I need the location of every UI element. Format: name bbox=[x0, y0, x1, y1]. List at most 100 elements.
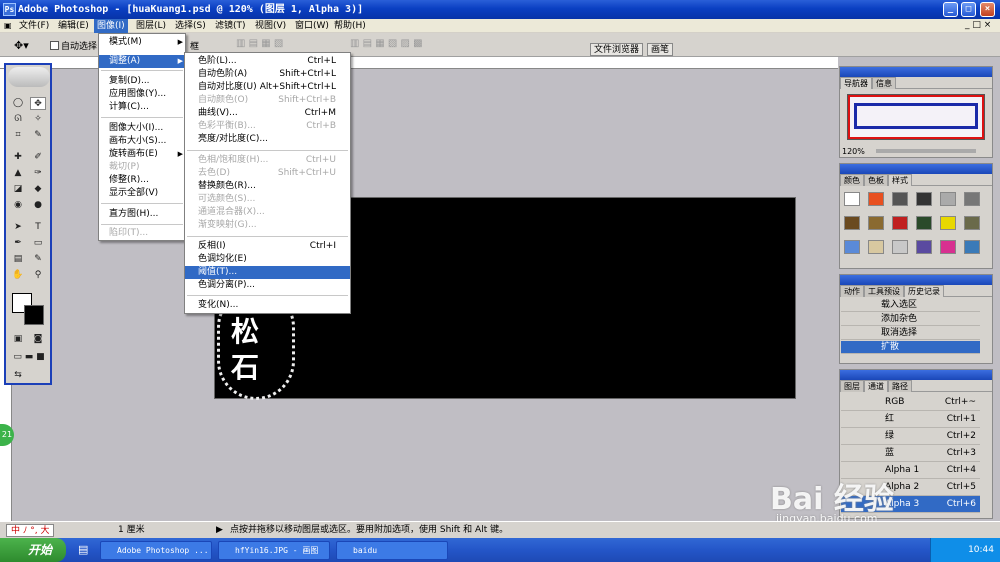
menu-window[interactable]: 窗口(W) bbox=[292, 19, 332, 33]
style-swatch[interactable] bbox=[868, 192, 884, 206]
panel-title-bar[interactable] bbox=[840, 67, 992, 77]
notes-tool-icon[interactable]: ▤ bbox=[10, 253, 26, 266]
tab-swatches[interactable]: 色板 bbox=[864, 174, 888, 186]
style-swatch[interactable] bbox=[940, 192, 956, 206]
menu-item-image-size[interactable]: 图像大小(I)... bbox=[99, 122, 187, 135]
style-swatch[interactable] bbox=[964, 240, 980, 254]
tab-color[interactable]: 颜色 bbox=[840, 174, 864, 186]
channel-row-green[interactable]: 绿 Ctrl+2 bbox=[841, 428, 980, 445]
history-item[interactable]: 添加杂色 bbox=[841, 313, 980, 326]
standard-mode-icon[interactable]: ▣ bbox=[10, 333, 26, 346]
tab-styles[interactable]: 样式 bbox=[888, 174, 912, 186]
start-button[interactable]: 开始 bbox=[0, 538, 66, 562]
history-item[interactable]: 载入选区 bbox=[841, 299, 980, 312]
menu-item-curves[interactable]: 曲线(V)... Ctrl+M bbox=[185, 107, 350, 120]
task-baidu-folder[interactable]: baidu bbox=[336, 541, 448, 560]
tab-navigator[interactable]: 导航器 bbox=[840, 77, 872, 89]
menu-item-mode[interactable]: 模式(M) ▶ bbox=[99, 36, 187, 49]
style-swatch[interactable] bbox=[892, 216, 908, 230]
move-tool-icon[interactable]: ✥▾ bbox=[14, 39, 29, 52]
tab-actions[interactable]: 动作 bbox=[840, 285, 864, 297]
style-swatch[interactable] bbox=[844, 240, 860, 254]
background-color-swatch[interactable] bbox=[24, 305, 44, 325]
doc-size-readout[interactable]: 1 厘米 bbox=[118, 522, 145, 539]
doc-minimize-icon[interactable]: _ □ × bbox=[965, 20, 991, 30]
crop-tool-icon[interactable]: ⌗ bbox=[10, 129, 26, 142]
style-swatch[interactable] bbox=[916, 192, 932, 206]
style-swatch[interactable] bbox=[892, 240, 908, 254]
auto-select-checkbox[interactable] bbox=[50, 41, 59, 50]
menu-image[interactable]: 图像(I) bbox=[94, 19, 128, 33]
distribute-buttons[interactable]: ▥ ▤ ▦ ▧ ▨ ▩ bbox=[350, 38, 423, 49]
history-item-current[interactable]: 扩散 bbox=[841, 341, 980, 354]
marquee-tool-icon[interactable]: ◯ bbox=[10, 97, 26, 110]
move-tool-icon[interactable]: ✥ bbox=[30, 97, 46, 110]
style-swatch[interactable] bbox=[892, 192, 908, 206]
tab-info[interactable]: 信息 bbox=[872, 77, 896, 89]
menu-item-equalize[interactable]: 色调均化(E) bbox=[185, 253, 350, 266]
jump-to-imageready-icon[interactable]: ⇆ bbox=[10, 369, 26, 382]
menu-item-canvas-size[interactable]: 画布大小(S)... bbox=[99, 135, 187, 148]
menu-help[interactable]: 帮助(H) bbox=[331, 19, 369, 33]
menu-item-replace-color[interactable]: 替换颜色(R)... bbox=[185, 180, 350, 193]
menu-item-levels[interactable]: 色阶(L)... Ctrl+L bbox=[185, 55, 350, 68]
blur-tool-icon[interactable]: ◉ bbox=[10, 199, 26, 212]
show-desktop-icon[interactable]: ▤ bbox=[78, 543, 88, 556]
tab-channels[interactable]: 通道 bbox=[864, 380, 888, 392]
slice-tool-icon[interactable]: ✎ bbox=[30, 129, 46, 142]
channel-row-rgb[interactable]: RGB Ctrl+~ bbox=[841, 394, 980, 411]
menu-item-brightness-contrast[interactable]: 亮度/对比度(C)... bbox=[185, 133, 350, 146]
zoom-tool-icon[interactable]: ⚲ bbox=[30, 269, 46, 282]
close-button[interactable]: × bbox=[980, 2, 995, 17]
menu-view[interactable]: 视图(V) bbox=[252, 19, 289, 33]
tab-file-browser[interactable]: 文件浏览器 bbox=[590, 43, 644, 56]
menu-item-histogram[interactable]: 直方图(H)... bbox=[99, 208, 187, 221]
magic-wand-tool-icon[interactable]: ✧ bbox=[30, 113, 46, 126]
panel-title-bar[interactable] bbox=[840, 370, 992, 380]
history-item[interactable]: 取消选择 bbox=[841, 327, 980, 340]
dodge-tool-icon[interactable]: ● bbox=[30, 199, 46, 212]
menu-item-variations[interactable]: 变化(N)... bbox=[185, 299, 350, 312]
style-swatch[interactable] bbox=[916, 216, 932, 230]
channel-row-blue[interactable]: 蓝 Ctrl+3 bbox=[841, 445, 980, 462]
menu-select[interactable]: 选择(S) bbox=[172, 19, 209, 33]
brush-tool-icon[interactable]: ✐ bbox=[30, 151, 46, 164]
shape-tool-icon[interactable]: ▭ bbox=[30, 237, 46, 250]
style-swatch[interactable] bbox=[844, 216, 860, 230]
menu-item-calculations[interactable]: 计算(C)... bbox=[99, 101, 187, 114]
eyedropper-tool-icon[interactable]: ✎ bbox=[30, 253, 46, 266]
type-tool-icon[interactable]: T bbox=[30, 221, 46, 234]
healing-brush-tool-icon[interactable]: ✚ bbox=[10, 151, 26, 164]
menu-item-duplicate[interactable]: 复制(D)... bbox=[99, 75, 187, 88]
menu-item-adjust[interactable]: 调整(A) ▶ bbox=[99, 55, 187, 68]
menu-file[interactable]: 文件(F) bbox=[16, 19, 52, 33]
app-menu-icon[interactable]: ▣ bbox=[4, 21, 12, 30]
task-paint[interactable]: hfYin16.JPG - 画图 bbox=[218, 541, 330, 560]
quick-mask-icon[interactable]: ◙ bbox=[30, 333, 46, 346]
tab-tool-presets[interactable]: 工具预设 bbox=[864, 285, 904, 297]
style-swatch[interactable] bbox=[940, 216, 956, 230]
menu-item-posterize[interactable]: 色调分离(P)... bbox=[185, 279, 350, 292]
menu-filter[interactable]: 滤镜(T) bbox=[212, 19, 249, 33]
menu-item-apply-image[interactable]: 应用图像(Y)... bbox=[99, 88, 187, 101]
style-swatch[interactable] bbox=[964, 216, 980, 230]
menu-item-threshold[interactable]: 阈值(T)... bbox=[185, 266, 350, 279]
style-swatch[interactable] bbox=[964, 192, 980, 206]
menu-edit[interactable]: 编辑(E) bbox=[55, 19, 92, 33]
menu-item-rotate-canvas[interactable]: 旋转画布(E) ▶ bbox=[99, 148, 187, 161]
style-swatch[interactable] bbox=[868, 240, 884, 254]
style-none[interactable] bbox=[844, 192, 860, 206]
align-buttons[interactable]: ▥ ▤ ▦ ▧ bbox=[236, 38, 283, 49]
maximize-button[interactable]: □ bbox=[961, 2, 976, 17]
menu-item-reveal-all[interactable]: 显示全部(V) bbox=[99, 187, 187, 200]
minimize-button[interactable]: _ bbox=[943, 2, 958, 17]
paint-bucket-tool-icon[interactable]: ◆ bbox=[30, 183, 46, 196]
tab-history[interactable]: 历史记录 bbox=[904, 285, 944, 297]
menu-item-trim[interactable]: 修整(R)... bbox=[99, 174, 187, 187]
lasso-tool-icon[interactable]: ᘏ bbox=[10, 113, 26, 126]
channel-row-red[interactable]: 红 Ctrl+1 bbox=[841, 411, 980, 428]
tab-layers[interactable]: 图层 bbox=[840, 380, 864, 392]
menu-item-invert[interactable]: 反相(I) Ctrl+I bbox=[185, 240, 350, 253]
panel-title-bar[interactable] bbox=[840, 275, 992, 285]
clone-stamp-tool-icon[interactable]: ▲ bbox=[10, 167, 26, 180]
